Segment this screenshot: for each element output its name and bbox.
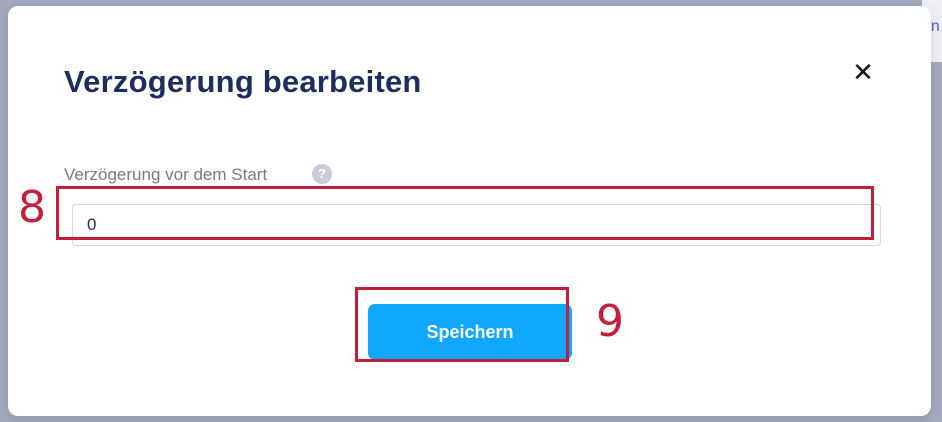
close-icon[interactable]: ✕: [850, 59, 876, 85]
delay-input[interactable]: [72, 204, 881, 246]
delay-field-label: Verzögerung vor dem Start: [64, 165, 268, 184]
annotation-number-9: 9: [596, 296, 624, 347]
help-icon[interactable]: ?: [312, 164, 332, 184]
edit-delay-dialog: Verzögerung bearbeiten ✕ Verzögerung vor…: [8, 6, 931, 416]
annotation-number-8: 8: [18, 182, 46, 233]
dialog-title: Verzögerung bearbeiten: [64, 64, 422, 99]
save-button[interactable]: Speichern: [368, 304, 572, 360]
